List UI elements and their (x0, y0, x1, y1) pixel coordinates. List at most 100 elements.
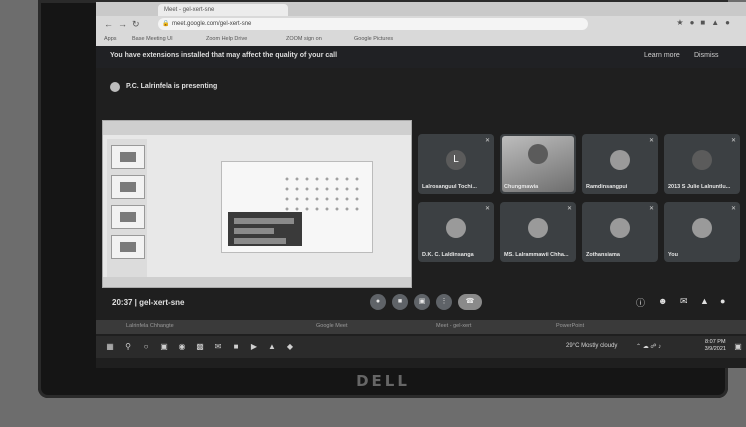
participant-tile[interactable]: Chungmawia (500, 134, 576, 194)
participant-tile[interactable]: ✕ Ramdinsangpui (582, 134, 658, 194)
app-icon[interactable]: ▲ (266, 341, 278, 353)
app-icon[interactable]: ■ (230, 341, 242, 353)
camera-icon[interactable]: ■ (392, 294, 408, 310)
extension-icons[interactable]: ★●■▲● (676, 18, 736, 27)
slide-table (228, 212, 302, 246)
start-icon[interactable]: ▦ (104, 341, 116, 353)
avatar (610, 218, 630, 238)
avatar (446, 218, 466, 238)
forward-icon[interactable]: → (118, 18, 127, 30)
participant-tile[interactable]: L ✕ Lalrosanguul Tochi... (418, 134, 494, 194)
monitor-frame: Meet - gel-xert-sne ← → ↻ 🔒 meet.google.… (38, 0, 746, 398)
bookmark-item[interactable]: Google Pictures (354, 34, 393, 44)
tab-strip: Meet - gel-xert-sne (96, 2, 746, 16)
mic-off-icon: ✕ (484, 138, 490, 144)
clock-time: 8:07 PM (705, 339, 726, 345)
participant-tile[interactable]: ✕ D.K. C. Laldinsanga (418, 202, 494, 262)
system-tray-icons[interactable]: ⌃ ☁ ☍ ♪ (636, 343, 661, 350)
slide-thumbnail (111, 205, 145, 229)
bookmark-item[interactable]: Apps (104, 34, 117, 44)
notifications-icon[interactable]: ▣ (732, 341, 744, 353)
host-controls-icon[interactable]: ● (720, 296, 725, 306)
window-preview[interactable]: Lalrinfela Chhangte (126, 323, 174, 329)
shared-screen[interactable] (102, 120, 412, 288)
slide-thumbnail (111, 235, 145, 259)
weather-status[interactable]: 29°C Mostly cloudy (566, 343, 617, 349)
bookmark-item[interactable]: Base Meeting UI (132, 34, 173, 44)
current-slide (221, 161, 373, 253)
more-options-icon[interactable]: ⋮ (436, 294, 452, 310)
mic-off-icon: ✕ (730, 138, 736, 144)
back-icon[interactable]: ← (104, 18, 113, 30)
mic-off-icon: ✕ (648, 206, 654, 212)
participant-tile[interactable]: ✕ MS. Lalrammawii Chha... (500, 202, 576, 262)
end-call-button[interactable]: ☎ (458, 294, 482, 310)
dismiss-button[interactable]: Dismiss (694, 52, 719, 59)
participant-name: D.K. C. Laldinsanga (422, 252, 474, 258)
store-icon[interactable]: ▩ (194, 341, 206, 353)
extension-notice: You have extensions installed that may a… (96, 46, 746, 68)
participant-tile[interactable]: ✕ 2013 S Julie Lalnuntlu... (664, 134, 740, 194)
avatar (692, 218, 712, 238)
participant-name: Lalrosanguul Tochi... (422, 184, 477, 190)
bookmarks-bar: Apps Base Meeting UI Zoom Help Drive ZOO… (96, 32, 746, 46)
participant-tile[interactable]: ✕ Zothansiama (582, 202, 658, 262)
url-text: meet.google.com/gel-xert-sne (172, 21, 252, 27)
search-icon[interactable]: ⚲ (122, 341, 134, 353)
mic-off-icon: ✕ (730, 206, 736, 212)
app-icon[interactable]: ▶ (248, 341, 260, 353)
participant-tile[interactable]: ✕ You (664, 202, 740, 262)
slide-thumbnail (111, 175, 145, 199)
powerpoint-ribbon (103, 121, 411, 135)
participant-name: You (668, 252, 678, 258)
screen: Meet - gel-xert-sne ← → ↻ 🔒 meet.google.… (96, 2, 746, 368)
mic-off-icon: ✕ (484, 206, 490, 212)
window-preview-strip: Lalrinfela Chhangte Google Meet Meet - g… (96, 320, 746, 334)
slide-thumbnails (107, 139, 147, 279)
activities-icon[interactable]: ▲ (700, 296, 709, 306)
file-explorer-icon[interactable]: ▣ (158, 341, 170, 353)
meeting-controls-bar: 20:37 | gel-xert-sne ● ■ ▣ ⋮ ☎ ⓘ ☻ ✉ ▲ ● (96, 290, 746, 316)
avatar (692, 150, 712, 170)
microphone-icon[interactable]: ● (370, 294, 386, 310)
present-icon[interactable]: ▣ (414, 294, 430, 310)
slide-thumbnail (111, 145, 145, 169)
presenter-label: P.C. Lalrinfela is presenting (126, 83, 218, 90)
notice-text: You have extensions installed that may a… (110, 52, 338, 59)
participant-name: Chungmawia (504, 184, 539, 190)
powerpoint-status-bar (103, 277, 411, 287)
browser-tab[interactable]: Meet - gel-xert-sne (158, 4, 288, 16)
participant-name: 2013 S Julie Lalnuntlu... (668, 184, 731, 190)
participant-name: Zothansiama (586, 252, 620, 258)
chat-icon[interactable]: ✉ (680, 296, 688, 307)
avatar (528, 144, 548, 164)
browser-icon[interactable]: ◉ (176, 341, 188, 353)
navigation-row: ← → ↻ 🔒 meet.google.com/gel-xert-sne ★●■… (96, 16, 746, 32)
window-preview[interactable]: Google Meet (316, 323, 348, 329)
participant-name: MS. Lalrammawii Chha... (504, 252, 569, 258)
window-preview[interactable]: PowerPoint (556, 323, 584, 329)
avatar-letter: L (453, 154, 459, 165)
lock-icon: 🔒 (162, 21, 170, 27)
participant-name: Ramdinsangpui (586, 184, 628, 190)
mic-off-icon: ✕ (648, 138, 654, 144)
presenter-row: P.C. Lalrinfela is presenting (96, 80, 746, 96)
clock-date: 3/9/2021 (704, 346, 726, 352)
presenter-avatar (110, 82, 120, 92)
browser-chrome: Meet - gel-xert-sne ← → ↻ 🔒 meet.google.… (96, 2, 746, 46)
mail-icon[interactable]: ✉ (212, 341, 224, 353)
window-preview[interactable]: Meet - gel-xert (436, 323, 471, 329)
info-icon[interactable]: ⓘ (636, 296, 645, 309)
windows-taskbar: ▦ ⚲ ○ ▣ ◉ ▩ ✉ ■ ▶ ▲ ◆ 29°C Mostly cloudy… (96, 336, 746, 358)
people-icon[interactable]: ☻ (658, 296, 667, 306)
task-view-icon[interactable]: ○ (140, 341, 152, 353)
app-icon[interactable]: ◆ (284, 341, 296, 353)
monitor-brand-logo: DELL (356, 372, 410, 390)
address-bar[interactable]: 🔒 meet.google.com/gel-xert-sne (158, 18, 588, 30)
reload-icon[interactable]: ↻ (132, 18, 140, 30)
taskbar-clock[interactable]: 8:07 PM 3/9/2021 (705, 339, 726, 353)
slide-diagram (282, 174, 362, 214)
learn-more-link[interactable]: Learn more (644, 52, 680, 59)
bookmark-item[interactable]: Zoom Help Drive (206, 34, 247, 44)
bookmark-item[interactable]: ZOOM sign on (286, 34, 322, 44)
